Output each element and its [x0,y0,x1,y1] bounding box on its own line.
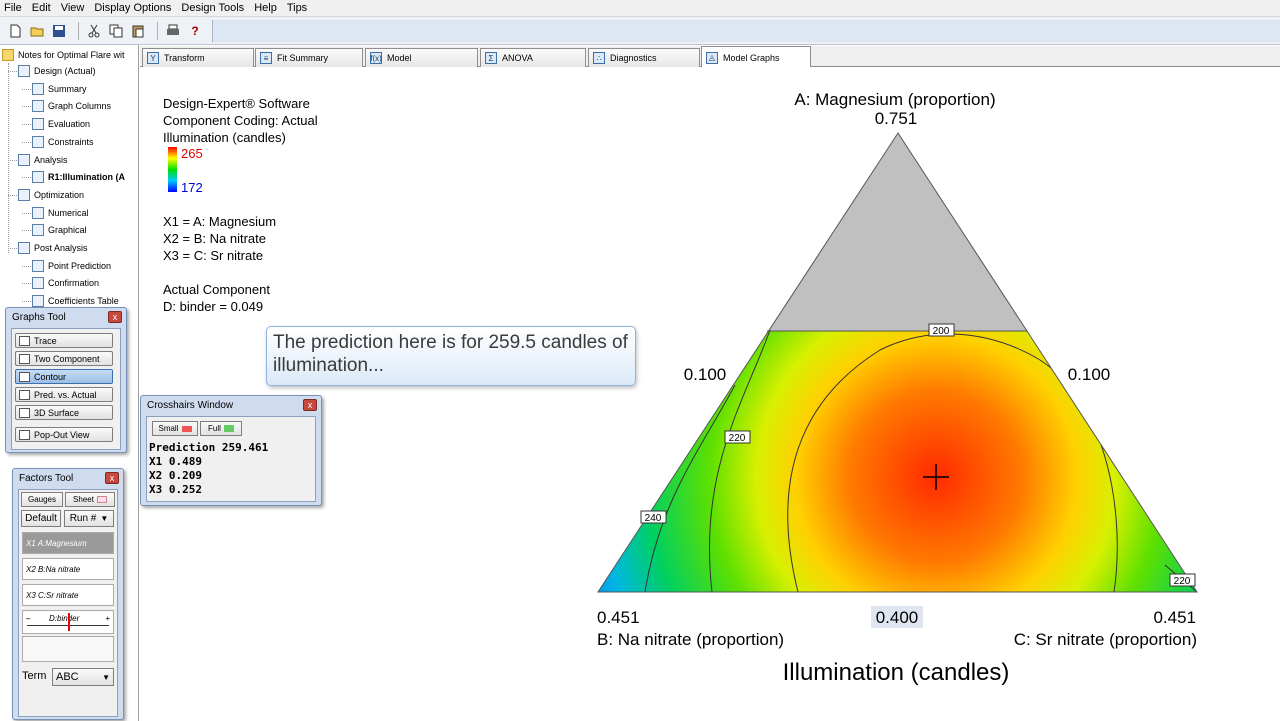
default-label: Default [25,513,57,524]
contour-label-text: 200 [933,326,950,337]
crosshairs-body: Small Full Prediction 259.461 X1 0.489 X… [146,416,316,502]
factors-tool-panel: Factors Tool x Gauges Sheet Default Run … [12,468,124,720]
full-icon [223,425,234,432]
small-view-button[interactable]: Small [152,421,198,436]
default-button[interactable]: Default [21,510,61,527]
infeasible-region [598,133,1197,331]
graph-button-label: Contour [34,371,67,382]
sheet-label: Sheet [73,495,94,504]
ternary-contour-plot[interactable]: 200 220 240 220 A: Magnesium (proportion… [0,0,1280,721]
prediction-callout: The prediction here is for 259.5 candles… [266,326,636,386]
factor-slot-x2[interactable]: X2 B:Na nitrate [22,558,114,580]
run-dropdown[interactable]: Run # ▼ [64,510,114,527]
chevron-down-icon: ▼ [100,514,109,523]
run-label: Run # [69,513,97,524]
3d-surface-button[interactable]: 3D Surface [15,405,113,420]
minus-label: – [26,614,31,623]
graphs-tool-body: Trace Two Component Contour Pred. vs. Actua… [11,328,121,450]
factor-x2-label: X2 B:Na nitrate [26,564,81,574]
graph-type-icon [19,353,30,364]
full-view-button[interactable]: Full [200,421,242,436]
crosshairs-title: Crosshairs Window [147,399,234,411]
contour-label: 220 [724,430,751,444]
graph-button-label: Two Component [34,353,100,364]
close-icon[interactable]: x [105,472,119,484]
factor-x1-label: X1 A:Magnesium [26,538,87,548]
x3-readout: X3 0.252 [149,483,202,496]
x1-readout: X1 0.489 [149,455,202,468]
graph-button-label: 3D Surface [34,407,80,418]
full-label: Full [208,424,221,433]
left-mid-value: 0.100 [684,365,727,384]
close-icon[interactable]: x [108,311,122,323]
plus-label: + [105,614,110,623]
pop-out-view-button[interactable]: Pop-Out View [15,427,113,442]
sheet-tab[interactable]: Sheet [65,492,115,507]
graph-button-label: Pop-Out View [34,429,90,440]
factor-slot-x3[interactable]: X3 C:Sr nitrate [22,584,114,606]
gauge-marker[interactable] [68,613,71,631]
close-icon[interactable]: x [303,399,317,411]
crosshairs-readout: Prediction 259.461 X1 0.489 X2 0.209 X3 … [149,441,268,497]
binder-gauge[interactable]: – D:binder + [22,610,114,634]
binder-label: D:binder [49,614,80,623]
trace-button[interactable]: Trace [15,333,113,348]
gauges-label: Gauges [27,495,57,504]
chevron-down-icon: ▼ [102,672,110,682]
term-dropdown[interactable]: ABC ▼ [52,668,114,686]
graph-button-label: Pred. vs. Actual [34,389,97,400]
term-label: Term [22,670,47,682]
contour-label: 240 [640,510,667,524]
graph-type-icon [19,407,30,418]
two-component-button[interactable]: Two Component [15,351,113,366]
prediction-readout: Prediction 259.461 [149,441,269,454]
contour-label: 220 [1169,573,1196,587]
callout-text: The prediction here is for 259.5 candles… [273,332,628,376]
top-axis-label: A: Magnesium (proportion) [794,90,995,109]
right-mid-value: 0.100 [1068,365,1111,384]
factor-x3-label: X3 C:Sr nitrate [26,590,79,600]
contour-label-text: 240 [645,513,662,524]
term-value: ABC [56,671,79,683]
small-icon [181,425,192,432]
x2-readout: X2 0.209 [149,469,202,482]
top-vertex-value: 0.751 [875,109,918,128]
graph-button-label: Trace [34,335,57,346]
small-label: Small [158,424,179,433]
pred-vs-actual-button[interactable]: Pred. vs. Actual [15,387,113,402]
graph-type-icon [19,389,30,400]
graph-type-icon [19,371,30,382]
bottom-center-value: 0.400 [876,608,919,627]
factors-tool-body: Gauges Sheet Default Run # ▼ X1 A:Magnesi… [18,489,118,717]
left-axis-label: B: Na nitrate (proportion) [597,630,784,649]
graphs-tool-panel: Graphs Tool x Trace Two Component Contour P… [5,307,127,453]
contour-label-text: 220 [729,433,746,444]
factor-slot-x1[interactable]: X1 A:Magnesium [22,532,114,554]
left-vertex-value: 0.451 [597,608,640,627]
graph-type-icon [19,429,30,440]
chart-title: Illumination (candles) [783,659,1010,686]
sheet-icon [96,496,107,503]
graph-type-icon [19,335,30,346]
contour-label: 200 [928,323,955,337]
contour-button[interactable]: Contour [15,369,113,384]
contour-label-text: 220 [1174,576,1191,587]
gauges-tab[interactable]: Gauges [21,492,63,507]
crosshairs-window: Crosshairs Window x Small Full Predictio… [140,395,322,506]
right-vertex-value: 0.451 [1153,608,1196,627]
right-axis-label: C: Sr nitrate (proportion) [1014,630,1197,649]
factor-note-box [22,636,114,662]
